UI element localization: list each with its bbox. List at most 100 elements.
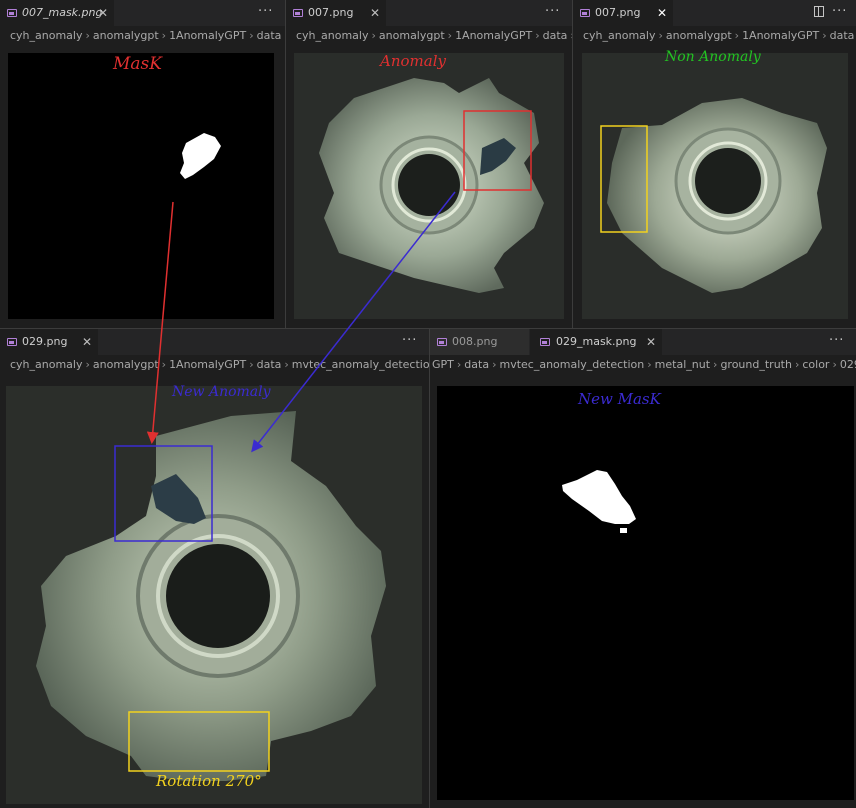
chevron-right-icon: ›	[658, 29, 663, 42]
tab-029-mask[interactable]: 029_mask.png ✕	[530, 329, 662, 355]
tab-007-mask[interactable]: 007_mask.png ✕	[0, 0, 114, 26]
chevron-right-icon: ›	[456, 358, 462, 371]
breadcrumb-item[interactable]: cyh_anomaly	[583, 29, 656, 42]
close-icon[interactable]: ✕	[370, 0, 380, 26]
image-file-icon	[7, 338, 17, 346]
split-editor-icon[interactable]	[814, 6, 824, 17]
chevron-right-icon: ›	[371, 29, 376, 42]
chevron-right-icon: ›	[161, 29, 167, 42]
breadcrumb-item[interactable]: color	[802, 358, 829, 371]
chevron-right-icon: ›	[713, 358, 718, 371]
metal-nut-photo	[319, 78, 544, 293]
breadcrumb-item[interactable]: anomalygpt	[93, 358, 159, 371]
chevron-right-icon: ›	[249, 358, 254, 371]
editor-pane-029: 029.png ✕ ··· cyh_anomaly › anomalygpt › 1An…	[0, 329, 429, 808]
chevron-right-icon: ›	[85, 358, 90, 371]
breadcrumb-item[interactable]: anomalygpt	[666, 29, 732, 42]
chevron-right-icon: ›	[492, 358, 497, 371]
more-actions-icon[interactable]: ···	[829, 329, 844, 353]
breadcrumb-item[interactable]: 1AnomalyGPT	[169, 29, 246, 42]
editor-pane-007: 007.png ✕ ··· cyh_anomaly › anomalygpt › 1An…	[286, 0, 572, 328]
tab-bar: 029.png ✕ ···	[0, 329, 429, 355]
breadcrumb-item[interactable]: metal_nut	[655, 358, 710, 371]
chevron-right-icon: ›	[447, 29, 453, 42]
close-icon[interactable]: ✕	[82, 329, 92, 355]
editor-pane-007-b: 007.png ✕ ··· cyh_anomaly › anomalygpt › 1An…	[573, 0, 856, 328]
image-file-icon	[580, 9, 590, 17]
annotation-rotation: Rotation 270°	[156, 772, 262, 790]
metal-nut-photo	[36, 411, 386, 781]
close-icon[interactable]: ✕	[657, 0, 667, 26]
tab-bar: 007_mask.png ✕ ···	[0, 0, 285, 26]
tab-label: 029.png	[22, 335, 68, 348]
tab-label: 007.png	[308, 6, 354, 19]
editor-pane-mask-029: 008.png 029_mask.png ✕ ··· GPT › data › mvte…	[430, 329, 856, 808]
annotation-non-anomaly: Non Anomaly	[665, 49, 761, 65]
chevron-right-icon: ›	[85, 29, 90, 42]
editor-pane-mask-007: 007_mask.png ✕ ··· cyh_anomaly › anomalygp…	[0, 0, 285, 328]
chevron-right-icon: ›	[284, 358, 289, 371]
breadcrumb-item[interactable]: GPT	[432, 358, 454, 371]
metal-nut-image-007-b	[582, 53, 848, 319]
divider	[572, 0, 573, 328]
annotation-new-mask: New MasK	[578, 390, 661, 408]
annotation-new-anomaly: New Anomaly	[172, 384, 271, 400]
mask-blob	[562, 470, 636, 533]
breadcrumb-item[interactable]: 029_m	[840, 358, 856, 371]
tab-label: 008.png	[452, 335, 498, 348]
chevron-right-icon: ›	[794, 358, 800, 371]
mask-image-029	[437, 386, 854, 800]
tab-label: 007_mask.png	[22, 6, 103, 19]
breadcrumb-item[interactable]: data	[464, 358, 489, 371]
breadcrumb: cyh_anomaly›anomalygpt›1AnomalyGPT›data›…	[0, 355, 429, 375]
annotation-mask: MasK	[113, 54, 162, 74]
tab-007-b[interactable]: 007.png ✕	[573, 0, 673, 26]
image-file-icon	[437, 338, 447, 346]
breadcrumb-item[interactable]: anomalygpt	[93, 29, 159, 42]
breadcrumb-item[interactable]: cyh_anomaly	[10, 29, 83, 42]
tab-008[interactable]: 008.png	[430, 329, 529, 355]
more-actions-icon[interactable]: ···	[402, 329, 417, 353]
tab-029[interactable]: 029.png ✕	[0, 329, 98, 355]
chevron-right-icon: ›	[249, 29, 254, 42]
breadcrumb-item[interactable]: 1AnomalyGPT	[169, 358, 246, 371]
tab-bar: 007.png ✕ ···	[573, 0, 856, 26]
tab-label: 029_mask.png	[556, 335, 637, 348]
breadcrumb-item[interactable]: 1AnomalyGPT	[455, 29, 532, 42]
chevron-right-icon: ›	[832, 358, 837, 371]
close-icon[interactable]: ✕	[98, 0, 108, 26]
tab-bar: 008.png 029_mask.png ✕ ···	[430, 329, 856, 355]
chevron-right-icon: ›	[822, 29, 827, 42]
breadcrumb: cyh_anomaly›anomalygpt›1AnomalyGPT›data›…	[286, 26, 572, 46]
breadcrumb-item[interactable]: ground_truth	[720, 358, 792, 371]
more-actions-icon[interactable]: ···	[832, 0, 847, 24]
breadcrumb-item[interactable]: cyh_anomaly	[10, 358, 83, 371]
annotation-anomaly: Anomaly	[380, 52, 446, 70]
divider	[0, 328, 856, 329]
breadcrumb-item[interactable]: 1AnomalyGPT	[742, 29, 819, 42]
more-actions-icon[interactable]: ···	[258, 0, 273, 24]
breadcrumb: cyh_anomaly›anomalygpt›1AnomalyGPT›data›…	[573, 26, 856, 46]
breadcrumb-item[interactable]: mvtec_anomaly_detection	[292, 358, 429, 371]
breadcrumb: cyh_anomaly›anomalygpt›1AnomalyGPT›data›…	[0, 26, 285, 46]
tab-label: 007.png	[595, 6, 641, 19]
chevron-right-icon: ›	[734, 29, 740, 42]
chevron-right-icon: ›	[647, 358, 652, 371]
breadcrumb-item[interactable]: cyh_anomaly	[296, 29, 369, 42]
breadcrumb-item[interactable]: mvtec_anomaly_detection	[499, 358, 644, 371]
close-icon[interactable]: ✕	[646, 329, 656, 355]
mask-image-007	[8, 53, 274, 319]
breadcrumb-item[interactable]: data	[257, 29, 282, 42]
breadcrumb-item[interactable]: data	[257, 358, 282, 371]
breadcrumb: GPT › data › mvtec_anomaly_detection › metal_n…	[430, 355, 856, 375]
more-actions-icon[interactable]: ···	[545, 0, 560, 24]
tab-bar: 007.png ✕ ···	[286, 0, 572, 26]
breadcrumb-item[interactable]: data	[830, 29, 855, 42]
metal-nut-photo	[600, 98, 827, 293]
divider	[285, 0, 286, 328]
tab-007[interactable]: 007.png ✕	[286, 0, 386, 26]
divider	[429, 329, 430, 808]
chevron-right-icon: ›	[535, 29, 540, 42]
breadcrumb-item[interactable]: anomalygpt	[379, 29, 445, 42]
breadcrumb-item[interactable]: data	[543, 29, 568, 42]
